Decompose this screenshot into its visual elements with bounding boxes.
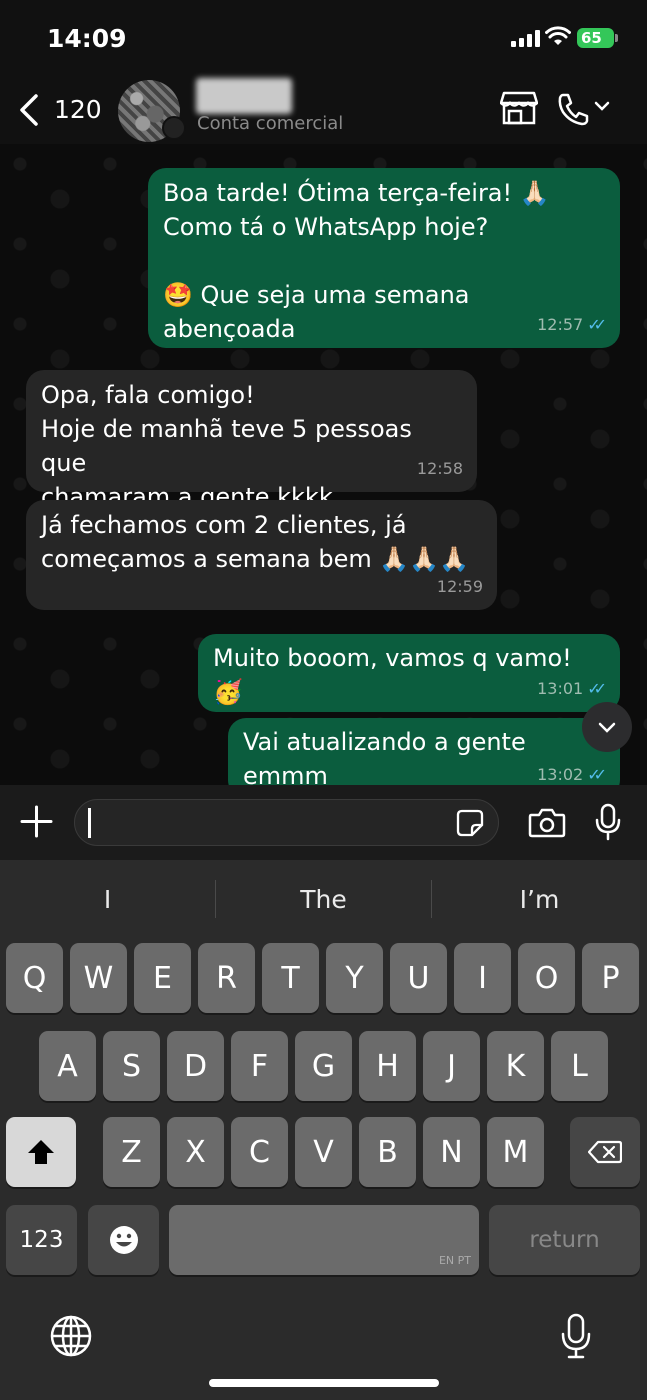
contact-name-redacted[interactable] [196, 78, 292, 114]
message-text: Opa, fala comigo! Hoje de manhã teve 5 p… [41, 381, 412, 511]
message-bubble[interactable]: Opa, fala comigo! Hoje de manhã teve 5 p… [26, 370, 477, 511]
message-text: Já fechamos com 2 clientes, já começamos… [41, 511, 470, 573]
store-icon[interactable] [500, 91, 538, 125]
battery-level: 65 [581, 29, 602, 47]
status-time: 14:09 [47, 24, 127, 53]
message-input-bar [0, 785, 647, 860]
key-y[interactable]: Y [326, 943, 383, 1013]
key-m[interactable]: M [487, 1117, 544, 1187]
sticker-icon[interactable] [456, 809, 484, 837]
back-unread-count[interactable]: 120 [54, 95, 102, 124]
plus-icon[interactable] [20, 805, 53, 838]
key-t[interactable]: T [262, 943, 319, 1013]
key-b[interactable]: B [359, 1117, 416, 1187]
camera-icon[interactable] [528, 808, 566, 838]
suggestion-3[interactable]: I’m [432, 860, 647, 940]
key-e[interactable]: E [134, 943, 191, 1013]
backspace-icon [588, 1140, 622, 1164]
key-p[interactable]: P [582, 943, 639, 1013]
business-badge-icon [162, 116, 186, 140]
key-g[interactable]: G [295, 1031, 352, 1101]
chevron-down-icon[interactable] [594, 100, 610, 112]
key-q[interactable]: Q [6, 943, 63, 1013]
key-v[interactable]: V [295, 1117, 352, 1187]
key-x[interactable]: X [167, 1117, 224, 1187]
key-z[interactable]: Z [103, 1117, 160, 1187]
key-h[interactable]: H [359, 1031, 416, 1101]
chevron-down-icon [598, 722, 616, 733]
backspace-key[interactable] [570, 1117, 640, 1187]
message-time: 12:59 [436, 577, 483, 596]
phone-icon[interactable] [557, 92, 589, 126]
key-r[interactable]: R [198, 943, 255, 1013]
wifi-icon [545, 26, 571, 45]
key-d[interactable]: D [167, 1031, 224, 1101]
key-w[interactable]: W [70, 943, 127, 1013]
key-a[interactable]: A [39, 1031, 96, 1101]
contact-subtitle[interactable]: Conta comercial [197, 113, 343, 134]
message-input[interactable] [74, 799, 499, 846]
shift-arrow-icon [28, 1140, 54, 1164]
read-ticks-icon: ✓✓ [587, 315, 607, 334]
key-s[interactable]: S [103, 1031, 160, 1101]
message-bubble[interactable]: Boa tarde! Ótima terça-feira! 🙏🏻 Como tá… [148, 168, 620, 348]
read-ticks-icon: ✓✓ [587, 765, 607, 784]
keyboard: I The I’m Q W E R T Y U I O P A S D F G … [0, 860, 647, 1400]
back-chevron-icon[interactable] [18, 93, 40, 127]
key-c[interactable]: C [231, 1117, 288, 1187]
message-time: 12:58 [416, 459, 463, 478]
emoji-icon [109, 1226, 138, 1254]
microphone-icon[interactable] [595, 803, 621, 841]
suggestion-2[interactable]: The [216, 860, 431, 940]
key-i[interactable]: I [454, 943, 511, 1013]
chat-header: 120 Conta comercial [0, 78, 647, 144]
globe-icon[interactable] [50, 1315, 92, 1357]
text-caret [88, 808, 91, 838]
message-bubble[interactable]: Já fechamos com 2 clientes, já começamos… [26, 500, 497, 610]
return-key[interactable]: return [489, 1205, 640, 1275]
key-j[interactable]: J [423, 1031, 480, 1101]
signal-icon [511, 30, 540, 47]
dictation-mic-icon[interactable] [560, 1313, 592, 1359]
emoji-key[interactable] [88, 1205, 159, 1275]
numbers-key[interactable]: 123 [6, 1205, 77, 1275]
return-key-label: return [529, 1227, 600, 1253]
key-n[interactable]: N [423, 1117, 480, 1187]
battery-icon: 65 [577, 28, 618, 48]
read-ticks-icon: ✓✓ [587, 679, 607, 698]
shift-key[interactable] [6, 1117, 76, 1187]
space-language-label: EN PT [438, 1254, 471, 1267]
message-time: 12:57 [537, 315, 584, 334]
message-bubble[interactable]: Muito booom, vamos q vamo! 🥳 13:01 ✓✓ [198, 634, 620, 712]
home-indicator[interactable] [209, 1379, 439, 1387]
key-k[interactable]: K [487, 1031, 544, 1101]
suggestion-1[interactable]: I [0, 860, 215, 940]
message-bubble[interactable]: Vai atualizando a gente emmm 13:02 ✓✓ [228, 718, 620, 785]
key-l[interactable]: L [551, 1031, 608, 1101]
key-u[interactable]: U [390, 943, 447, 1013]
key-o[interactable]: O [518, 943, 575, 1013]
chat-messages[interactable]: Boa tarde! Ótima terça-feira! 🙏🏻 Como tá… [0, 144, 647, 785]
scroll-down-button[interactable] [582, 702, 632, 752]
space-key[interactable]: EN PT [169, 1205, 479, 1275]
message-time: 13:02 [537, 765, 584, 784]
status-bar: 14:09 65 [0, 0, 647, 78]
message-time: 13:01 [537, 679, 584, 698]
key-f[interactable]: F [231, 1031, 288, 1101]
